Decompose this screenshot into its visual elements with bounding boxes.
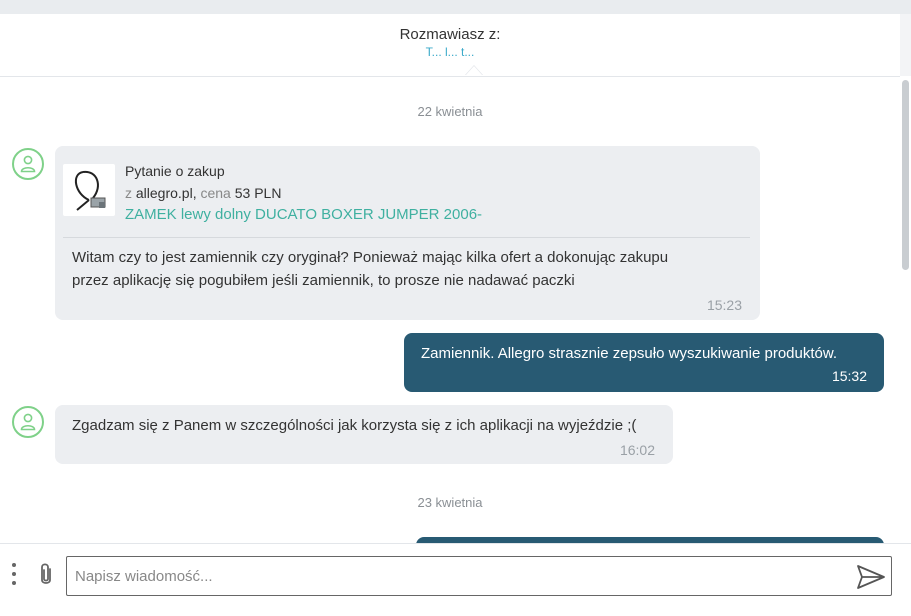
product-info: Pytanie o zakup z allegro.pl, cena 53 PL… [125, 160, 482, 226]
message-text: Witam czy to jest zamiennik czy oryginał… [72, 246, 668, 292]
message-outgoing: Zamiennik. Allegro strasznie zepsuło wys… [404, 333, 884, 392]
scrollbar[interactable] [900, 76, 911, 543]
date-separator: 23 kwietnia [417, 495, 483, 510]
user-icon [20, 155, 36, 173]
user-avatar [12, 148, 44, 180]
product-question-title: Pytanie o zakup [125, 163, 225, 179]
message-divider [63, 237, 750, 238]
message-list[interactable]: 22 kwietnia Pytanie o zakup z allegro.pl… [0, 77, 900, 543]
scrollbar-thumb[interactable] [902, 80, 909, 270]
product-price-prefix: cena [200, 185, 231, 201]
message-composer [0, 543, 911, 616]
product-link[interactable]: ZAMEK lewy dolny DUCATO BOXER JUMPER 200… [125, 204, 482, 226]
conversation-with-label: Rozmawiasz z: [399, 26, 501, 43]
message-input[interactable] [66, 556, 892, 596]
header-caret [465, 66, 483, 76]
vertical-dots-icon[interactable] [11, 563, 17, 590]
conversation-header: Rozmawiasz z: T... l... t... [0, 14, 900, 77]
date-separator: 22 kwietnia [417, 104, 483, 119]
user-icon [20, 413, 36, 431]
product-source: allegro.pl, [135, 185, 197, 201]
conversation-username[interactable]: T... l... t... [0, 45, 900, 59]
lock-cable-image [74, 170, 106, 211]
message-time: 15:32 [831, 368, 867, 384]
message-incoming: Pytanie o zakup z allegro.pl, cena 53 PL… [55, 146, 760, 320]
message-time: 15:23 [706, 297, 742, 313]
message-text-line: Witam czy to jest zamiennik czy oryginał… [72, 249, 669, 266]
message-text-line: przez aplikację się pogubiłem jeśli zami… [72, 272, 575, 289]
product-from-prefix: z [125, 185, 132, 201]
message-text: Zamiennik. Allegro strasznie zepsuło wys… [421, 345, 838, 362]
top-bar [0, 0, 911, 14]
message-text: Zgadzam się z Panem w szczególności jak … [72, 417, 637, 434]
product-price: 53 PLN [234, 185, 282, 201]
message-incoming: Zgadzam się z Panem w szczególności jak … [55, 405, 673, 464]
user-avatar [12, 406, 44, 438]
send-icon[interactable] [856, 563, 886, 596]
paperclip-icon[interactable] [36, 562, 56, 593]
product-thumbnail[interactable] [63, 164, 115, 216]
message-time: 16:02 [619, 442, 655, 458]
